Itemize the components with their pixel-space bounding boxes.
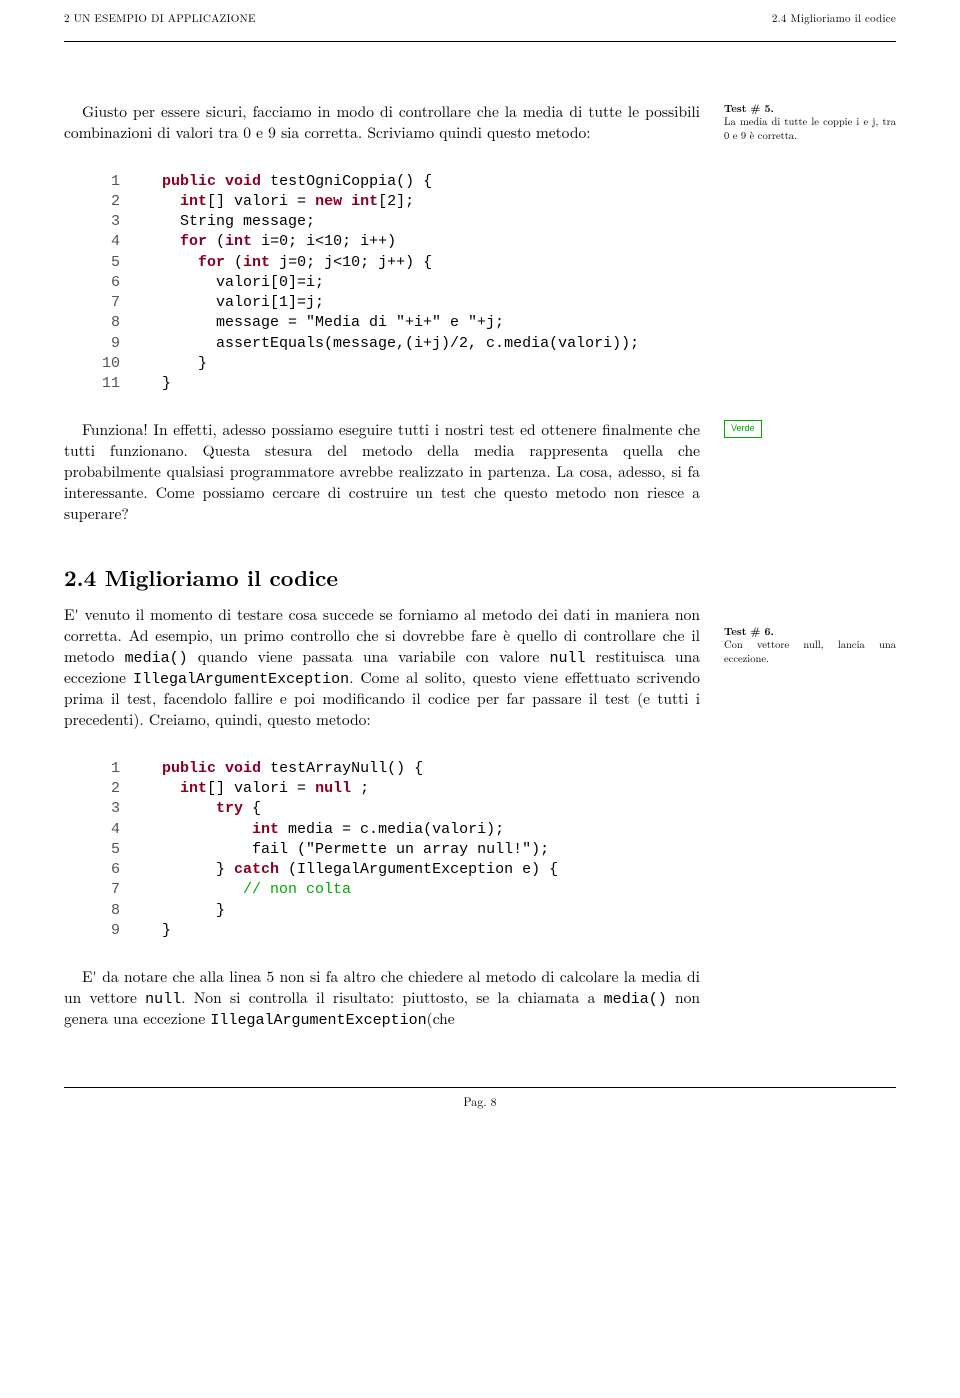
header-right: 2.4 Miglioriamo il codice — [772, 12, 896, 27]
paragraph-final: E' da notare che alla linea 5 non si fa … — [64, 967, 700, 1030]
code-listing-2: 1 public void testArrayNull() { 2 int[] … — [64, 759, 896, 941]
margin-note-test6: Test # 6. Con vettore null, lancia una e… — [724, 605, 896, 741]
paragraph-funziona: Funziona! In effetti, adesso possiamo es… — [64, 420, 700, 525]
code-listing-1: 1 public void testOgniCoppia() { 2 int[]… — [64, 172, 896, 395]
paragraph-intro-2-4: E' venuto il momento di testare cosa suc… — [64, 605, 700, 731]
section-heading-2-4: 2.4 Miglioriamo il codice — [64, 563, 896, 593]
paragraph-intro: Giusto per essere sicuri, facciamo in mo… — [64, 102, 700, 144]
margin-note-test5: Test # 5. La media di tutte le coppie i … — [724, 102, 896, 154]
header-left: 2 UN ESEMPIO DI APPLICAZIONE — [64, 12, 256, 27]
page-footer: Pag. 8 — [64, 1088, 896, 1110]
verde-badge: Verde — [724, 420, 762, 438]
